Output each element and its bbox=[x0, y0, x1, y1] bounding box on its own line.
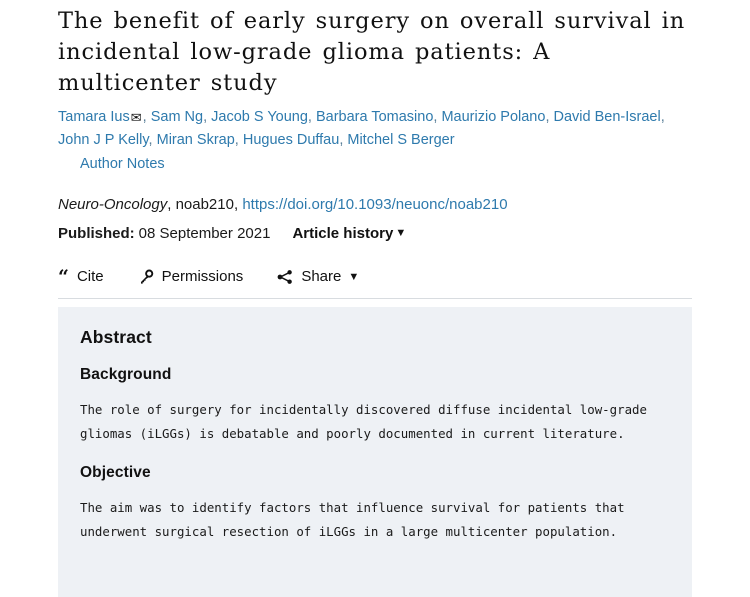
author-separator: , bbox=[545, 109, 550, 125]
envelope-icon[interactable]: ✉ bbox=[130, 111, 143, 124]
toolbar-divider bbox=[58, 298, 692, 299]
author-separator: , bbox=[339, 132, 344, 148]
author-link-1[interactable]: Sam Ng bbox=[151, 109, 203, 125]
author-separator: , bbox=[307, 109, 312, 125]
article-landing-page: The benefit of early surgery on overall … bbox=[0, 0, 750, 597]
article-history-toggle[interactable]: Article history ▼ bbox=[292, 225, 406, 242]
article-history-label: Article history bbox=[292, 225, 394, 242]
key-icon bbox=[138, 269, 154, 285]
citation-separator: , bbox=[167, 196, 172, 213]
permissions-label: Permissions bbox=[161, 268, 244, 285]
page-title: The benefit of early surgery on overall … bbox=[58, 8, 686, 96]
share-icon bbox=[277, 269, 293, 285]
author-separator: , bbox=[142, 109, 147, 125]
author-list: Tamara Ius✉, Sam Ng, Jacob S Young, Barb… bbox=[0, 99, 750, 176]
author-link-4[interactable]: Maurizio Polano bbox=[441, 109, 545, 125]
permissions-button[interactable]: Permissions bbox=[138, 268, 244, 285]
published-date: 08 September 2021 bbox=[138, 225, 271, 242]
author-link-5[interactable]: David Ben-Israel bbox=[554, 109, 661, 125]
author-notes-row: Author Notes bbox=[58, 153, 698, 176]
published-label: Published: bbox=[58, 225, 135, 242]
citation-separator-2: , bbox=[233, 196, 239, 213]
publication-row: Published: 08 September 2021 Article histo… bbox=[0, 216, 750, 245]
author-separator: , bbox=[234, 132, 239, 148]
journal-name: Neuro-Oncology bbox=[58, 196, 168, 213]
share-label: Share bbox=[301, 268, 342, 285]
author-link-9[interactable]: Mitchel S Berger bbox=[347, 132, 454, 148]
abstract-section-heading-background: Background bbox=[80, 366, 172, 383]
author-separator: , bbox=[660, 109, 665, 125]
author-notes-link[interactable]: Author Notes bbox=[80, 156, 165, 172]
author-link-7[interactable]: Miran Skrap bbox=[157, 132, 235, 148]
author-link-3[interactable]: Barbara Tomasino bbox=[316, 109, 433, 125]
share-button[interactable]: Share ▼ bbox=[277, 269, 359, 285]
article-toolbar: “ Cite Permissions Share ▼ bbox=[0, 245, 750, 288]
author-separator: , bbox=[148, 132, 153, 148]
abstract-heading: Abstract bbox=[80, 327, 152, 347]
chevron-down-icon: ▼ bbox=[395, 227, 407, 239]
author-separator: , bbox=[203, 109, 208, 125]
author-link-6[interactable]: John J P Kelly bbox=[58, 132, 149, 148]
cite-label: Cite bbox=[76, 268, 104, 285]
abstract-section-text-objective: The aim was to identify factors that inf… bbox=[80, 500, 625, 539]
abstract-section-text-background: The role of surgery for incidentally dis… bbox=[80, 402, 647, 441]
chevron-down-icon: ▼ bbox=[348, 270, 360, 283]
abstract-section-heading-objective: Objective bbox=[80, 464, 151, 481]
author-link-2[interactable]: Jacob S Young bbox=[211, 109, 308, 125]
author-separator: , bbox=[433, 109, 438, 125]
author-link-0[interactable]: Tamara Ius bbox=[58, 109, 130, 125]
cite-button[interactable]: “ Cite bbox=[58, 266, 104, 288]
article-id: noab210 bbox=[175, 196, 234, 213]
author-link-8[interactable]: Hugues Duffau bbox=[243, 132, 339, 148]
abstract-panel: Abstract Background The role of surgery … bbox=[58, 307, 692, 597]
doi-link[interactable]: https://doi.org/10.1093/neuonc/noab210 bbox=[242, 196, 507, 213]
quote-icon: “ bbox=[58, 266, 69, 288]
citation-line: Neuro-Oncology, noab210, https://doi.org… bbox=[0, 176, 750, 216]
